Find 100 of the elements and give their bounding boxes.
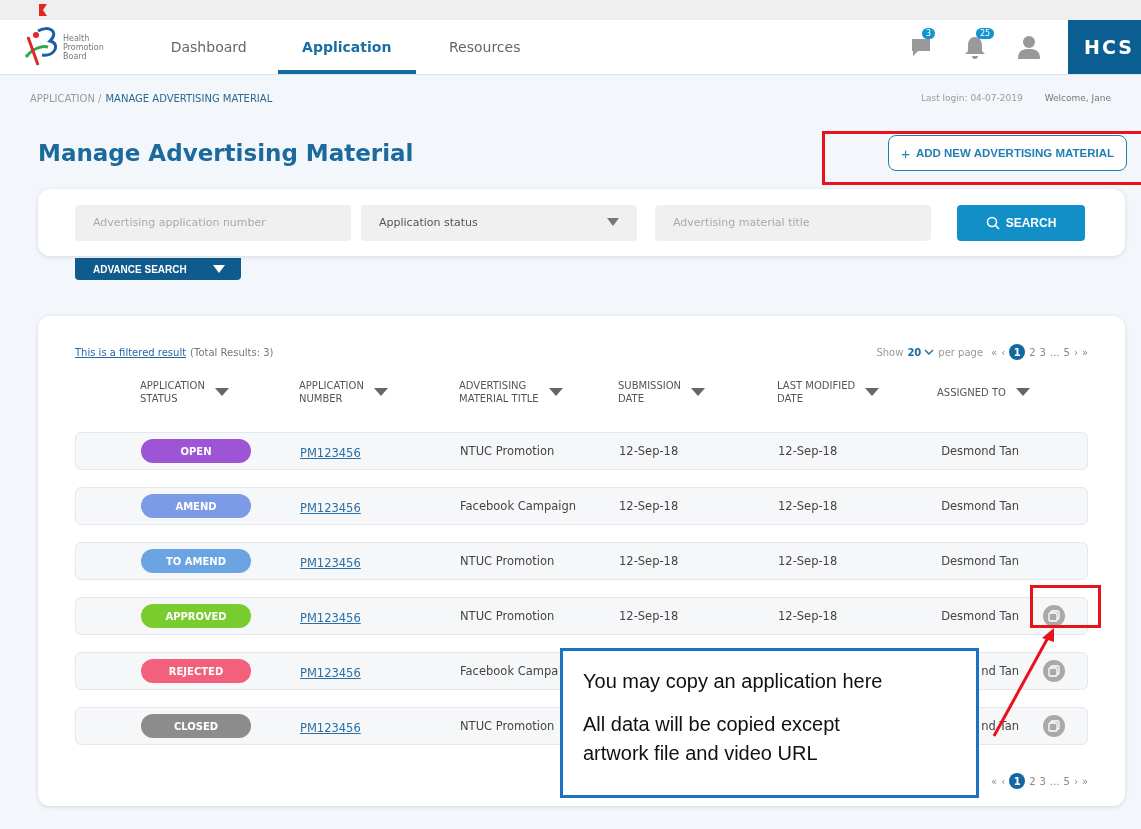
page-link[interactable]: ... (1049, 773, 1060, 789)
sort-icon[interactable] (691, 388, 706, 396)
title-field[interactable]: Advertising material title (655, 204, 931, 241)
breadcrumb-current: MANAGE ADVERTISING MATERIAL (105, 92, 273, 104)
page-link[interactable]: › (1073, 773, 1078, 789)
page-link[interactable]: ‹ (1001, 344, 1006, 360)
search-button[interactable]: SEARCH (957, 204, 1085, 241)
table-cell: 12-Sep-18 (619, 499, 679, 513)
filter-link[interactable]: This is a filtered result (75, 346, 187, 358)
page-link[interactable]: › (1073, 344, 1078, 360)
page-title: Manage Advertising Material (38, 140, 414, 166)
page-link[interactable]: 1 (1009, 773, 1026, 789)
page-link[interactable]: ‹ (1001, 773, 1006, 789)
per-page-select[interactable]: 20 (907, 346, 935, 358)
table-cell: 12-Sep-18 (619, 609, 679, 623)
sort-icon[interactable] (548, 388, 563, 396)
flag-icon (38, 4, 48, 16)
last-login: Last login: 04-07-2019 (920, 93, 1023, 103)
callout-text: You may copy an application here (583, 669, 883, 694)
status-pill: TO AMEND (141, 549, 251, 573)
copy-icon (1048, 610, 1060, 622)
table-cell: 12-Sep-18 (778, 554, 838, 568)
table-cell: 12-Sep-18 (619, 444, 679, 458)
page-link[interactable]: » (1081, 344, 1088, 360)
show-label: Show (876, 346, 904, 358)
sort-icon[interactable] (373, 388, 388, 396)
table-cell: NTUC Promotion (460, 719, 555, 733)
page-link[interactable]: 5 (1063, 344, 1070, 360)
breadcrumb-link[interactable]: APPLICATION / (30, 92, 102, 104)
application-number-link[interactable]: PM123456 (300, 445, 361, 460)
table-cell: Facebook Campa (460, 664, 559, 678)
table-cell: Desmond Tan (941, 554, 1019, 568)
caret-icon (213, 265, 225, 273)
column-header: ADVERTISING MATERIAL TITLE (459, 379, 539, 405)
page-link[interactable]: ... (1049, 344, 1060, 360)
bell-icon[interactable] (964, 35, 986, 59)
search-icon (985, 215, 1000, 230)
sort-icon[interactable] (865, 388, 880, 396)
welcome-text: Welcome, Jane (1044, 93, 1111, 103)
sort-icon[interactable] (1015, 388, 1030, 396)
table-cell: Desmond Tan (941, 609, 1019, 623)
plus-icon: + (901, 144, 910, 162)
page-link[interactable]: » (1081, 773, 1088, 789)
caret-icon (607, 218, 619, 226)
application-number-link[interactable]: PM123456 (300, 720, 361, 735)
add-button[interactable]: + ADD NEW ADVERTISING MATERIAL (888, 135, 1127, 171)
number-field[interactable]: Advertising application number (75, 204, 351, 241)
message-count: 3 (922, 28, 936, 39)
advance-search-button[interactable]: ADVANCE SEARCH (75, 258, 241, 280)
table-cell: NTUC Promotion (460, 609, 555, 623)
application-number-link[interactable]: PM123456 (300, 500, 361, 515)
status-pill: OPEN (141, 439, 251, 463)
table-cell: Facebook Campaign (460, 499, 577, 513)
table-cell: 12-Sep-18 (778, 499, 838, 513)
application-number-link[interactable]: PM123456 (300, 665, 361, 680)
table-cell: NTUC Promotion (460, 554, 555, 568)
copy-icon (1048, 720, 1060, 732)
highlight-frame (1030, 585, 1101, 628)
page-link[interactable]: 2 (1029, 344, 1036, 360)
table-cell: Desmond Tan (941, 499, 1019, 513)
table-cell: nd Tan (981, 664, 1019, 678)
callout-text: All data will be copied except artwork file and video URL (583, 712, 841, 766)
column-header: APPLICATION NUMBER (299, 379, 364, 405)
page-link[interactable]: « (991, 773, 998, 789)
copy-icon (1048, 665, 1060, 677)
nav-tab[interactable]: Application (277, 20, 416, 74)
page-link[interactable]: 5 (1063, 773, 1070, 789)
page-link[interactable]: « (991, 344, 998, 360)
page-link[interactable]: 2 (1029, 773, 1036, 789)
table-cell: Desmond Tan (941, 444, 1019, 458)
page-link[interactable]: 3 (1039, 773, 1046, 789)
page-link[interactable]: 1 (1009, 344, 1026, 360)
logo-text: Promotion (63, 42, 104, 52)
logo-text: Health (63, 33, 91, 43)
status-pill: CLOSED (141, 714, 251, 738)
chat-icon[interactable] (910, 36, 932, 58)
logo-icon (24, 27, 60, 67)
nav-tab[interactable]: Dashboard (139, 20, 278, 74)
status-pill: REJECTED (141, 659, 251, 683)
column-header: SUBMISSION DATE (618, 379, 682, 405)
status-select[interactable]: Application status (361, 204, 637, 241)
application-number-link[interactable]: PM123456 (300, 555, 361, 570)
copy-button[interactable] (1043, 605, 1065, 627)
per-page-label: per page (938, 346, 984, 358)
table-cell: NTUC Promotion (460, 444, 555, 458)
application-number-link[interactable]: PM123456 (300, 610, 361, 625)
table-cell: 12-Sep-18 (619, 554, 679, 568)
table-cell: 12-Sep-18 (778, 444, 838, 458)
column-header: LAST MODIFIED DATE (777, 379, 856, 405)
logo-text: Board (63, 51, 88, 61)
page-link[interactable]: 3 (1039, 344, 1046, 360)
table-cell: nd Tan (981, 719, 1019, 733)
notification-count: 25 (976, 28, 995, 39)
sort-icon[interactable] (214, 388, 229, 396)
app-name: HCS (1068, 20, 1141, 74)
status-pill: APPROVED (141, 604, 251, 628)
nav-tab[interactable]: Resources (415, 20, 554, 74)
column-header: ASSIGNED TO (937, 385, 1006, 399)
column-header: APPLICATION STATUS (140, 379, 205, 405)
user-icon[interactable] (1018, 35, 1040, 59)
